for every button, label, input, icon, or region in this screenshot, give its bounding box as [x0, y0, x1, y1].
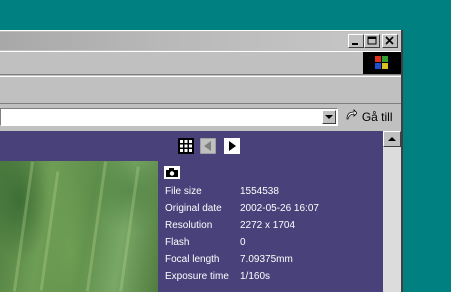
info-value: 2272 x 1704	[240, 220, 296, 231]
address-input[interactable]	[0, 108, 338, 126]
scroll-up-button[interactable]	[383, 131, 401, 147]
photo[interactable]	[0, 161, 158, 292]
info-label: File size	[165, 186, 202, 197]
go-button[interactable]: Gå till	[345, 108, 393, 126]
thumbnails-grid-icon[interactable]	[178, 138, 194, 154]
camera-icon	[164, 166, 180, 179]
go-arrow-icon	[345, 109, 361, 124]
info-label: Flash	[165, 237, 190, 248]
info-value: 1/160s	[240, 271, 271, 282]
vertical-scrollbar[interactable]	[383, 131, 401, 292]
info-label: Exposure time	[165, 271, 229, 282]
maximize-icon[interactable]	[364, 34, 380, 48]
image-viewer: File size 1554538 Original date 2002-05-…	[0, 131, 383, 292]
window-border-top	[0, 30, 403, 31]
go-button-label: Gå till	[361, 110, 393, 124]
next-arrow-icon[interactable]	[224, 138, 240, 154]
info-value: 1554538	[240, 186, 279, 197]
address-bar: Gå till	[0, 105, 401, 129]
info-label: Resolution	[165, 220, 213, 231]
info-value: 2002-05-26 16:07	[240, 203, 319, 214]
info-value: 7.09375mm	[240, 254, 293, 265]
close-icon[interactable]	[382, 34, 398, 48]
address-dropdown-button[interactable]	[322, 110, 336, 124]
window-border-right	[401, 30, 403, 292]
minimize-icon[interactable]	[348, 34, 364, 48]
menu-bar	[0, 51, 401, 75]
info-value: 0	[240, 237, 246, 248]
title-bar[interactable]	[0, 32, 401, 50]
windows-logo-throbber	[363, 52, 401, 74]
browser-window: Gå till File size 1554538 Original date …	[0, 30, 403, 292]
toolbar	[0, 76, 401, 104]
info-label: Original date	[165, 203, 222, 214]
previous-arrow-icon[interactable]	[199, 137, 217, 155]
info-label: Focal length	[165, 254, 220, 265]
